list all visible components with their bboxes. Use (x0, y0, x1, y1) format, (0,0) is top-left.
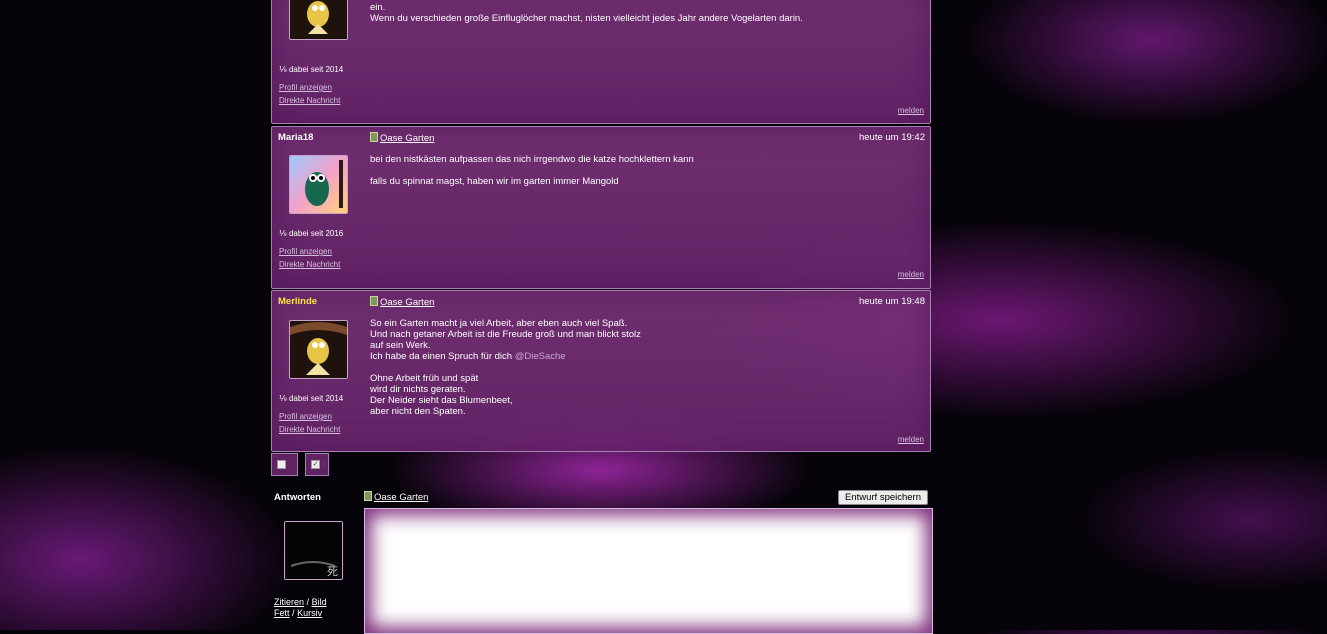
post-3: Merlinde Oase Garten heute um 19:48 ⅑ da… (271, 290, 931, 452)
member-since: ⅑ dabei seit 2016 (279, 229, 344, 238)
post-1: ⅑ dabei seit 2014 Profil anzeigen Direkt… (271, 0, 931, 124)
format-links: Zitieren / Bild Fett / Kursiv (274, 597, 327, 618)
post-body-poem: Ohne Arbeit früh und spät wird dir nicht… (370, 373, 513, 417)
post-body: So ein Garten macht ja viel Arbeit, aber… (370, 318, 641, 362)
reply-heading: Antworten (274, 492, 321, 503)
post-time: heute um 19:42 (858, 132, 925, 143)
direct-message-link[interactable]: Direkte Nachricht (279, 260, 340, 269)
own-avatar[interactable]: 死 (284, 521, 343, 580)
post-topic: Oase Garten (370, 132, 434, 144)
italic-link[interactable]: Kursiv (297, 608, 322, 618)
topic-icon (370, 132, 378, 142)
report-link[interactable]: melden (898, 270, 924, 279)
user-mention[interactable]: @DieSache (515, 351, 566, 362)
bird-avatar-icon (290, 156, 347, 213)
post-topic: Oase Garten (370, 296, 434, 308)
quote-link[interactable]: Zitieren (274, 597, 304, 607)
post-author[interactable]: Merlinde (278, 296, 317, 307)
avatar-cartoon-icon (290, 0, 347, 39)
dot-icon: · (289, 461, 292, 468)
checkbox-icon (277, 460, 286, 469)
topic-link[interactable]: Oase Garten (380, 297, 434, 308)
post-body: ein. Wenn du verschieden große Einfluglö… (370, 2, 803, 24)
member-since: ⅑ dabei seit 2014 (279, 394, 344, 403)
dot-icon: : (323, 461, 325, 468)
profile-link[interactable]: Profil anzeigen (279, 83, 332, 92)
checkbox-checked-icon: ✓ (311, 460, 320, 469)
avatar[interactable] (289, 0, 348, 40)
reply-textarea[interactable] (364, 508, 933, 634)
topic-link[interactable]: Oase Garten (374, 492, 428, 503)
avatar[interactable] (289, 155, 348, 214)
direct-message-link[interactable]: Direkte Nachricht (279, 425, 340, 434)
topic-icon (370, 296, 378, 306)
save-draft-button[interactable]: Entwurf speichern (838, 490, 928, 505)
reply-topic: Oase Garten (364, 491, 428, 503)
bold-link[interactable]: Fett (274, 608, 290, 618)
svg-text:死: 死 (327, 565, 338, 578)
image-link[interactable]: Bild (312, 597, 327, 607)
topic-link[interactable]: Oase Garten (380, 133, 434, 144)
post-2: Maria18 Oase Garten heute um 19:42 ⅑ dab… (271, 126, 931, 289)
dark-avatar-icon: 死 (285, 522, 342, 579)
member-since: ⅑ dabei seit 2014 (279, 65, 344, 74)
profile-link[interactable]: Profil anzeigen (279, 412, 332, 421)
topic-icon (364, 491, 372, 501)
profile-link[interactable]: Profil anzeigen (279, 247, 332, 256)
select-checkbox-empty[interactable]: · (271, 453, 298, 476)
direct-message-link[interactable]: Direkte Nachricht (279, 96, 340, 105)
report-link[interactable]: melden (898, 106, 924, 115)
post-author[interactable]: Maria18 (278, 132, 313, 143)
post-time: heute um 19:48 (858, 296, 925, 307)
avatar[interactable] (289, 320, 348, 379)
report-link[interactable]: melden (898, 435, 924, 444)
avatar-cartoon-icon (290, 321, 347, 378)
post-body: bei den nistkästen aufpassen das nich ir… (370, 154, 694, 187)
select-checkbox-checked[interactable]: ✓: (305, 453, 329, 476)
